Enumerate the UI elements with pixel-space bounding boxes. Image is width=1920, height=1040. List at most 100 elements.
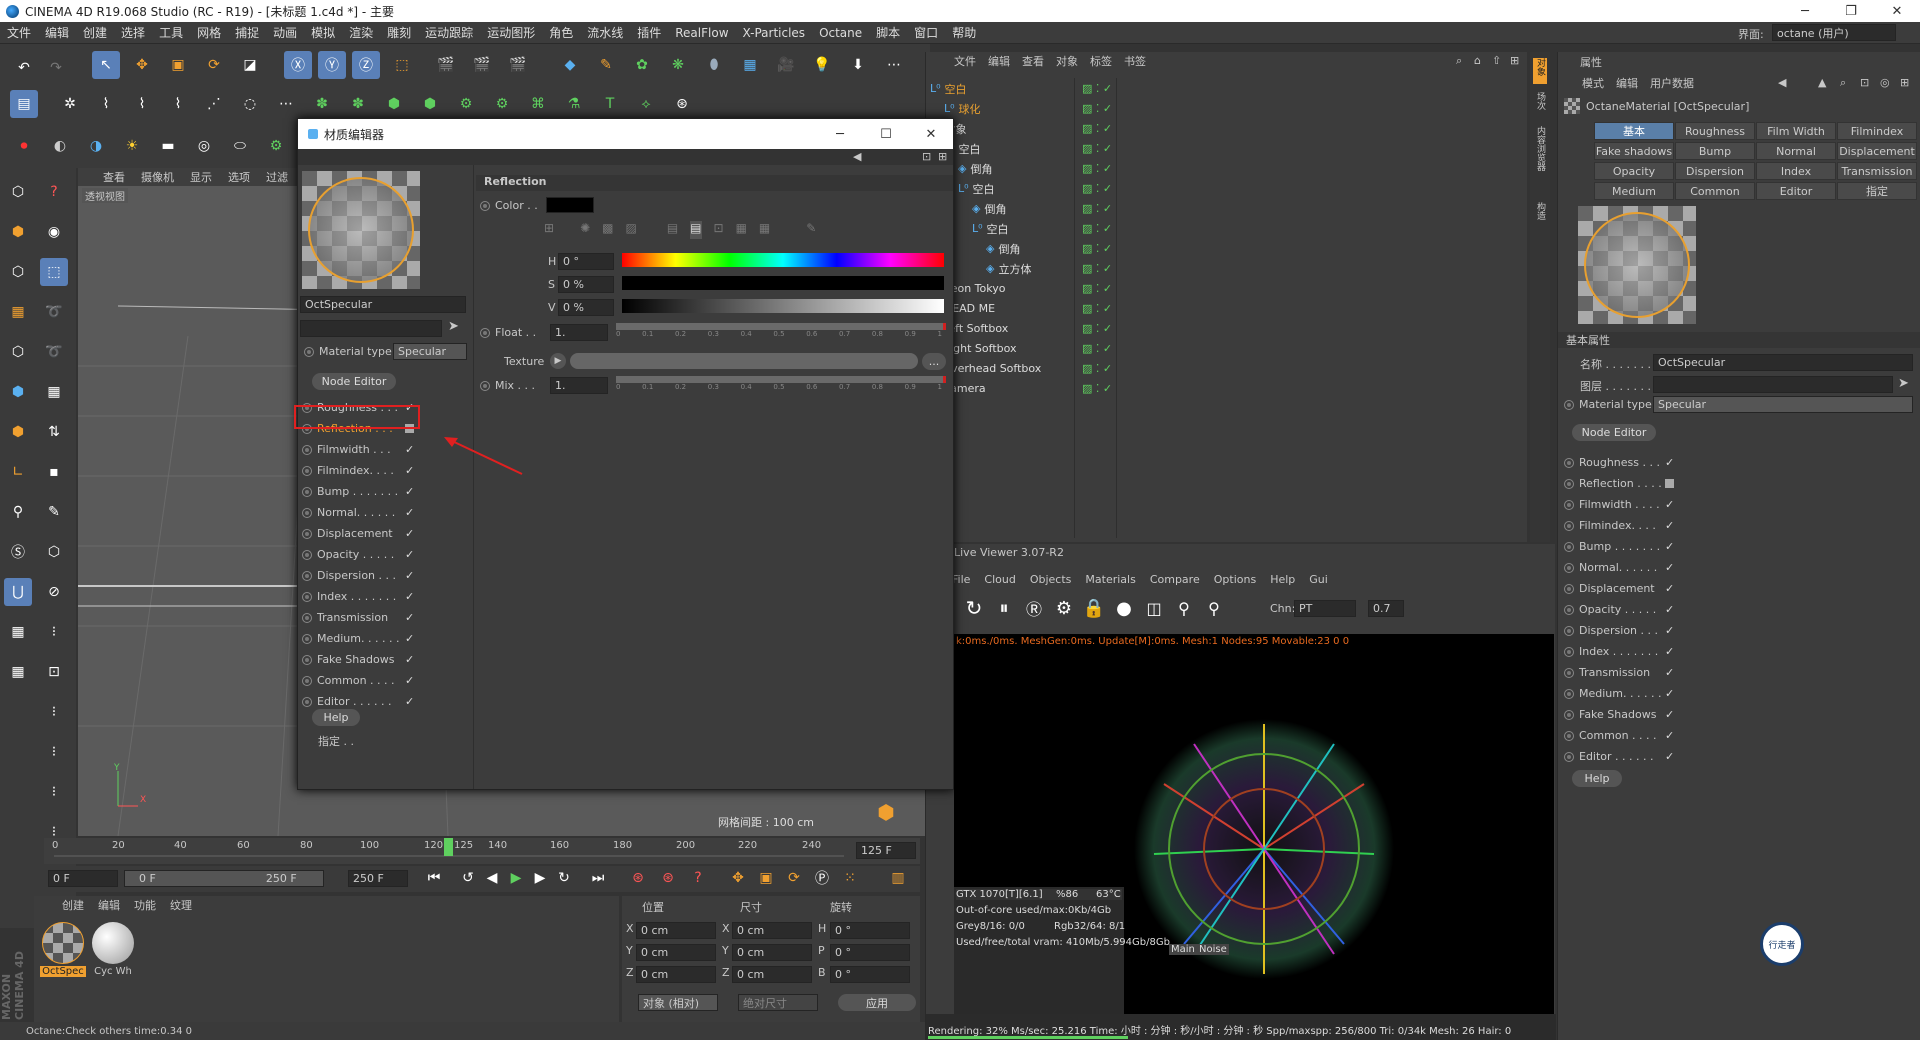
channel-checkbox[interactable]: ✓	[405, 570, 416, 581]
tool-e-icon[interactable]: ⋰	[200, 90, 228, 118]
obj-menu-tags[interactable]: 标签	[1090, 53, 1112, 69]
editor-layer-arrow-icon[interactable]: ➤	[448, 319, 459, 334]
attr-tab[interactable]: Transmission	[1837, 162, 1917, 180]
frame-range-slider[interactable]: 0 F 250 F	[124, 870, 324, 887]
attr-tab[interactable]: Film Width	[1756, 122, 1836, 140]
autokey-icon[interactable]: ⊛	[654, 866, 682, 890]
points-mode-icon[interactable]: ⬡	[4, 338, 32, 366]
layer-arrow-icon[interactable]: ➤	[1898, 376, 1909, 391]
channel-row[interactable]: Dispersion . . . ✓	[302, 567, 420, 584]
apply-button[interactable]: 应用	[838, 994, 916, 1011]
tool-a-icon[interactable]: ✲	[56, 90, 84, 118]
attr-tab[interactable]: Filmindex	[1837, 122, 1917, 140]
visibility-toggle[interactable]: ▨ ⁚ ✓	[1082, 320, 1112, 337]
tool-p-icon[interactable]: T	[596, 90, 624, 118]
mode-a-icon[interactable]: ⬡	[4, 178, 32, 206]
visibility-toggle[interactable]: ▨ ⁚ ✓	[1082, 220, 1112, 237]
maximize-button[interactable]: ❐	[1828, 0, 1874, 22]
attr-tab[interactable]: Displacement	[1837, 142, 1917, 160]
editor-help-button[interactable]: Help	[312, 709, 360, 726]
key-param-icon[interactable]: Ⓟ	[808, 866, 836, 890]
playhead[interactable]	[444, 838, 453, 856]
attr-channel-row[interactable]: Transmission ✓	[1564, 664, 1684, 681]
channel-checkbox[interactable]: ✓	[405, 549, 416, 560]
material-preview[interactable]	[302, 171, 420, 289]
rot-h-field[interactable]: 0 °	[830, 922, 910, 939]
coord-mode-select[interactable]: 对象 (相对)	[638, 994, 718, 1011]
minimize-button[interactable]: ─	[1782, 0, 1828, 22]
menu-tools[interactable]: 工具	[152, 24, 190, 41]
channel-row[interactable]: Bump . . . . . . . ✓	[302, 483, 420, 500]
editor-lock-icon[interactable]: ⊡	[922, 150, 931, 163]
octane-sun-icon[interactable]: ☀	[118, 132, 146, 160]
end-frame-field[interactable]: 125 F	[856, 842, 916, 859]
visibility-toggle[interactable]: ▨ ⁚ ✓	[1082, 200, 1112, 217]
attr-channel-row[interactable]: Bump . . . . . . . ✓	[1564, 538, 1684, 555]
attr-channel-checkbox[interactable]: ✓	[1665, 646, 1676, 657]
undo-icon[interactable]: ↶	[10, 54, 38, 82]
value-field[interactable]: 0 %	[558, 299, 614, 316]
obj-menu-objects[interactable]: 对象	[1056, 53, 1078, 69]
dots-a-icon[interactable]: ⁝	[40, 618, 68, 646]
channel-row[interactable]: Editor . . . . . . ✓	[302, 693, 420, 710]
editor-maximize-button[interactable]: ☐	[863, 119, 909, 149]
attr-channel-checkbox[interactable]: ✓	[1665, 709, 1676, 720]
region-render-icon[interactable]: Ⓡ	[1020, 594, 1048, 622]
visibility-toggle[interactable]: ▨ ⁚ ✓	[1082, 300, 1112, 317]
lv-menu-file[interactable]: File	[952, 573, 970, 586]
channel-select[interactable]: PT	[1294, 600, 1356, 617]
menu-octane[interactable]: Octane	[812, 26, 869, 40]
attr-channel-checkbox[interactable]: ✓	[1665, 562, 1676, 573]
render-output[interactable]: k:0ms./0ms. MeshGen:0ms. Update[M]:0ms. …	[954, 634, 1554, 1034]
obj-menu-edit[interactable]: 编辑	[988, 53, 1010, 69]
up-arrow-icon[interactable]: ▲	[1818, 76, 1826, 89]
tool-h-icon[interactable]: ✽	[308, 90, 336, 118]
attr-channel-checkbox[interactable]: ✓	[1665, 520, 1676, 531]
attr-tab[interactable]: Bump	[1675, 142, 1755, 160]
attr-channel-checkbox[interactable]: ✓	[1665, 541, 1676, 552]
color-mix-icon[interactable]: ▦	[759, 221, 770, 239]
size-y-field[interactable]: 0 cm	[732, 944, 812, 961]
grid-tool-icon[interactable]: ▦	[40, 378, 68, 406]
channel-row[interactable]: Index . . . . . . . ✓	[302, 588, 420, 605]
viewport-cube-gear-icon[interactable]: ⬢	[872, 798, 900, 826]
editor-panel-icon[interactable]: ⊞	[938, 150, 947, 163]
mix-field[interactable]: 1.	[550, 377, 608, 394]
size-x-field[interactable]: 0 cm	[732, 922, 812, 939]
main-tab[interactable]: Main	[1169, 944, 1197, 955]
attr-channel-checkbox[interactable]: ✓	[1665, 583, 1676, 594]
attr-channel-checkbox[interactable]: ✓	[1665, 688, 1676, 699]
subdivision-icon[interactable]: ✿	[628, 51, 656, 79]
mesh-b-icon[interactable]: ▦	[4, 658, 32, 686]
material-menu-create[interactable]: 创建	[62, 897, 84, 913]
attr-channel-row[interactable]: Opacity . . . . . ✓	[1564, 601, 1684, 618]
hue-slider[interactable]	[622, 253, 944, 267]
viewport-menu-filter[interactable]: 过滤	[266, 169, 288, 185]
channel-checkbox[interactable]: ✓	[405, 633, 416, 644]
channel-row[interactable]: Fake Shadows ✓	[302, 651, 420, 668]
dots-d-icon[interactable]: ⁝	[40, 738, 68, 766]
recent-tool-icon[interactable]: ◪	[236, 51, 264, 79]
material-label-octspec[interactable]: OctSpec	[40, 966, 86, 977]
more-tools-icon[interactable]: ⋯	[880, 51, 908, 79]
attr-channel-checkbox[interactable]: ✓	[1665, 625, 1676, 636]
octane-env-icon[interactable]: ◑	[82, 132, 110, 160]
pos-y-field[interactable]: 0 cm	[636, 944, 716, 961]
menu-plugins[interactable]: 插件	[630, 24, 668, 41]
object-row[interactable]: ◈ 倒角	[972, 200, 1006, 217]
brush-icon[interactable]: ✎	[40, 498, 68, 526]
x-axis-icon[interactable]: Ⓧ	[284, 51, 312, 79]
pick-material-icon[interactable]: ⚲	[1200, 594, 1228, 622]
redo-icon[interactable]: ↷	[42, 54, 70, 82]
side-tab-structure[interactable]: 构造	[1533, 202, 1547, 232]
attr-channel-row[interactable]: Fake Shadows ✓	[1564, 706, 1684, 723]
key-pla-icon[interactable]: ⁙	[836, 866, 864, 890]
attr-channel-checkbox[interactable]	[1665, 479, 1674, 488]
rot-p-field[interactable]: 0 °	[830, 944, 910, 961]
channel-checkbox[interactable]: ✓	[405, 528, 416, 539]
key-scale-icon[interactable]: ▣	[752, 866, 780, 890]
object-row[interactable]: L⁰空白	[930, 80, 967, 97]
saturation-field[interactable]: 0 %	[558, 276, 614, 293]
float-field[interactable]: 1.	[550, 324, 608, 341]
attr-tab[interactable]: 指定	[1837, 182, 1917, 200]
